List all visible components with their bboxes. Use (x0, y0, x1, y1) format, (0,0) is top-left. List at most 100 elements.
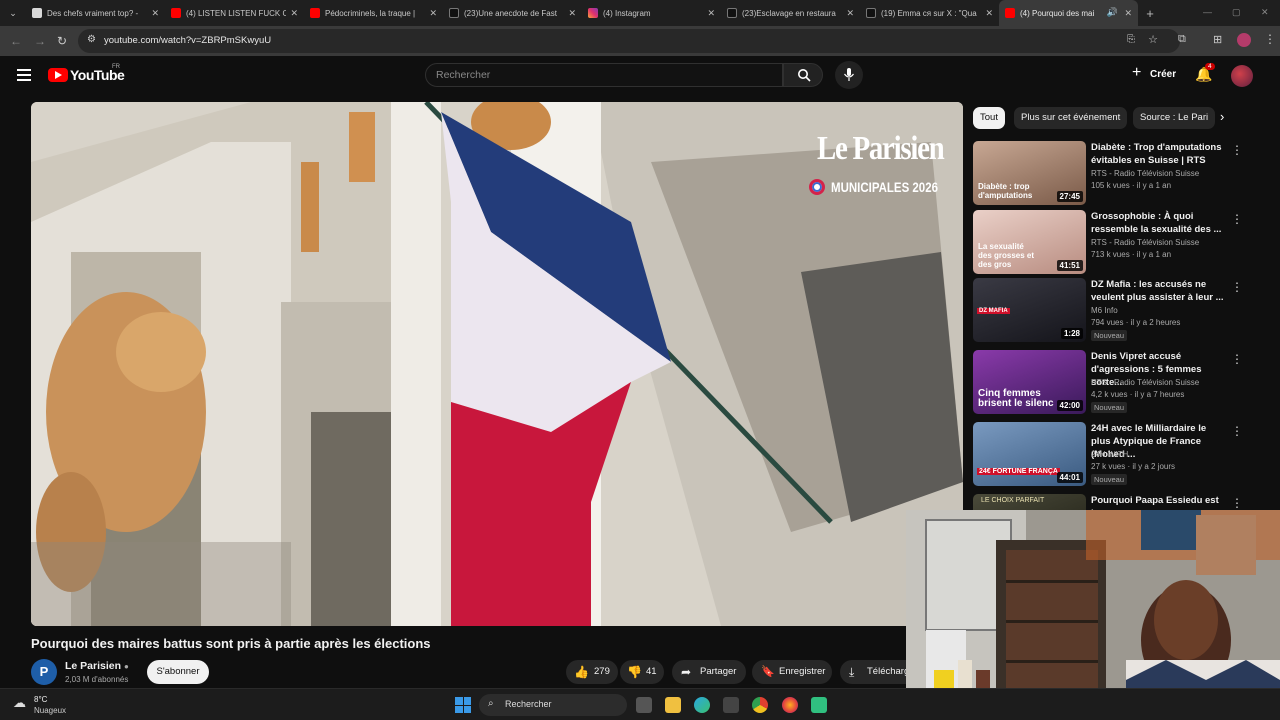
new-badge: Nouveau (1091, 330, 1128, 341)
rec-meta: 4,2 k vues · il y a 7 heures (1091, 390, 1185, 399)
chrome-icon[interactable] (752, 697, 768, 713)
task-view-icon[interactable] (636, 697, 652, 713)
close-tab-icon[interactable]: ✕ (429, 8, 437, 19)
close-tab-icon[interactable]: ✕ (290, 8, 298, 19)
close-window-icon[interactable]: ✕ (1261, 7, 1269, 18)
close-tab-icon[interactable]: ✕ (707, 8, 715, 19)
plus-icon: + (1132, 64, 1142, 81)
close-tab-icon[interactable]: ✕ (151, 8, 159, 19)
video-thumbnail[interactable]: Diabète : trop d'amputations 27:45 (973, 141, 1086, 205)
profile-icon[interactable] (1237, 33, 1251, 47)
overlay-brand: Le Parisien (817, 130, 945, 167)
recommendation-item[interactable]: La sexualité des grosses et des gros 41:… (973, 210, 1243, 274)
video-thumbnail[interactable]: LE CHOIX PARFAIT (973, 494, 1086, 510)
back-icon[interactable]: ← (10, 34, 22, 48)
dislike-button[interactable]: 👎 41 (620, 660, 664, 684)
chip-source[interactable]: Source : Le Pari (1133, 107, 1215, 129)
rec-channel[interactable]: RTS - Radio Télévision Suisse (1091, 169, 1199, 178)
video-player[interactable]: Le Parisien MUNICIPALES 2026 (31, 102, 963, 626)
firefox-icon[interactable] (782, 697, 798, 713)
rec-title[interactable]: Grossophobie : À quoi ressemble la sexua… (1091, 210, 1225, 236)
youtube-header: YouTube FR Rechercher + Créer 🔔 4 (0, 56, 1280, 96)
extensions-icon[interactable]: ⧉ (1178, 33, 1186, 46)
notification-badge: 4 (1205, 63, 1215, 70)
like-button[interactable]: 👍 279 (566, 660, 618, 684)
channel-avatar[interactable]: P (31, 659, 57, 685)
rec-title[interactable]: Diabète : Trop d'amputations évitables e… (1091, 141, 1225, 167)
recommendation-item[interactable]: DZ MAFIA 1:28 DZ Mafia : les accusés ne … (973, 278, 1243, 342)
notifications-button[interactable]: 🔔 4 (1195, 63, 1215, 86)
more-options-icon[interactable]: ⋮ (1231, 212, 1243, 226)
close-tab-icon[interactable]: ✕ (846, 8, 854, 19)
voice-search-button[interactable] (835, 61, 863, 89)
bookmark-star-icon[interactable]: ☆ (1148, 33, 1158, 46)
chevron-right-icon[interactable]: › (1220, 109, 1224, 124)
tab-search-icon[interactable]: ⊞ (1213, 33, 1222, 46)
maximize-icon[interactable]: ▢ (1232, 7, 1241, 18)
start-button[interactable] (455, 697, 471, 713)
browser-tab-active[interactable]: (4) Pourquoi des mai 🔊 ✕ (999, 0, 1138, 26)
minimize-icon[interactable]: — (1203, 7, 1212, 17)
more-options-icon[interactable]: ⋮ (1231, 352, 1243, 366)
browser-tab[interactable]: (19) Emma ся sur X : "Qua ✕ (860, 0, 999, 26)
search-input[interactable]: Rechercher (425, 63, 783, 87)
close-tab-icon[interactable]: ✕ (1124, 8, 1132, 19)
more-options-icon[interactable]: ⋮ (1231, 143, 1243, 157)
browser-tab[interactable]: (4) LISTEN LISTEN FUCK C ✕ (165, 0, 304, 26)
rec-channel[interactable]: RTS - Radio Télévision Suisse (1091, 238, 1199, 247)
rec-channel[interactable]: RTS - Radio Télévision Suisse (1091, 378, 1199, 387)
instagram-favicon-icon (588, 8, 598, 18)
avatar[interactable] (1231, 65, 1253, 87)
site-info-icon[interactable]: ⚙ (87, 34, 96, 45)
overlay-tag: MUNICIPALES 2026 (809, 178, 961, 196)
browser-tab[interactable]: (23)Esclavage en restaura ✕ (721, 0, 860, 26)
chip-more-event[interactable]: Plus sur cet événement (1014, 107, 1128, 129)
recommendation-item[interactable]: Cinq femmes brisent le silenc 42:00 Deni… (973, 350, 1243, 414)
subscribe-button[interactable]: S'abonner (147, 660, 209, 684)
rec-channel[interactable]: M6 Info (1091, 306, 1118, 315)
more-options-icon[interactable]: ⋮ (1231, 280, 1243, 294)
app-icon[interactable] (811, 697, 827, 713)
rec-channel[interactable]: 24H WITH (1091, 450, 1128, 459)
install-app-icon[interactable]: ⎘ (1127, 34, 1135, 45)
video-thumbnail[interactable]: DZ MAFIA 1:28 (973, 278, 1086, 342)
weather-icon[interactable]: ☁ (13, 695, 26, 711)
channel-name[interactable]: Le Parisien ● (65, 660, 129, 672)
file-explorer-icon[interactable] (665, 697, 681, 713)
search-button[interactable] (783, 63, 823, 87)
address-bar[interactable]: ⚙ youtube.com/watch?v=ZBRPmSKwyuU ⎘ ☆ (78, 29, 1180, 53)
recommendation-item[interactable]: Diabète : trop d'amputations 27:45 Diabè… (973, 141, 1243, 205)
recommendation-item[interactable]: 24€ FORTUNE FRANÇA 44:01 24H avec le Mil… (973, 422, 1243, 486)
tab-list-chevron-icon[interactable]: ⌄ (0, 8, 26, 19)
create-button[interactable]: + Créer (1128, 63, 1180, 87)
rec-title[interactable]: Pourquoi Paapa Essiedu est le (1091, 494, 1225, 510)
speaker-icon[interactable]: 🔊 (1107, 7, 1118, 18)
browser-tab[interactable]: Des chefs vraiment top? - ✕ (26, 0, 165, 26)
menu-dots-icon[interactable]: ⋮ (1264, 32, 1276, 46)
forward-icon[interactable]: → (34, 34, 46, 48)
more-options-icon[interactable]: ⋮ (1231, 424, 1243, 438)
taskbar-search-input[interactable]: ⌕ Rechercher (479, 694, 627, 716)
video-thumbnail[interactable]: 24€ FORTUNE FRANÇA 44:01 (973, 422, 1086, 486)
tiktok-favicon-icon (449, 8, 459, 18)
save-button[interactable]: 🔖 Enregistrer (752, 660, 832, 684)
close-tab-icon[interactable]: ✕ (985, 8, 993, 19)
video-thumbnail[interactable]: La sexualité des grosses et des gros 41:… (973, 210, 1086, 274)
new-tab-button[interactable]: + (1138, 6, 1162, 21)
browser-tab[interactable]: (4) Instagram ✕ (582, 0, 721, 26)
reload-icon[interactable]: ↻ (57, 34, 67, 48)
rec-title[interactable]: DZ Mafia : les accusés ne veulent plus a… (1091, 278, 1225, 304)
edge-icon[interactable] (694, 697, 710, 713)
browser-tab[interactable]: (23)Une anecdote de Fast ✕ (443, 0, 582, 26)
recommendation-item[interactable]: LE CHOIX PARFAIT Pourquoi Paapa Essiedu … (973, 494, 1243, 510)
chip-all[interactable]: Tout (973, 107, 1005, 129)
hamburger-menu-icon[interactable] (17, 69, 31, 81)
store-icon[interactable] (723, 697, 739, 713)
browser-tab[interactable]: Pédocriminels, la traque | ✕ (304, 0, 443, 26)
weather-temp: 8°C (34, 695, 48, 704)
download-button[interactable]: ⤓ Télécharg (840, 660, 906, 684)
video-thumbnail[interactable]: Cinq femmes brisent le silenc 42:00 (973, 350, 1086, 414)
share-button[interactable]: ➦ Partager (672, 660, 746, 684)
close-tab-icon[interactable]: ✕ (568, 8, 576, 19)
more-options-icon[interactable]: ⋮ (1231, 496, 1243, 510)
